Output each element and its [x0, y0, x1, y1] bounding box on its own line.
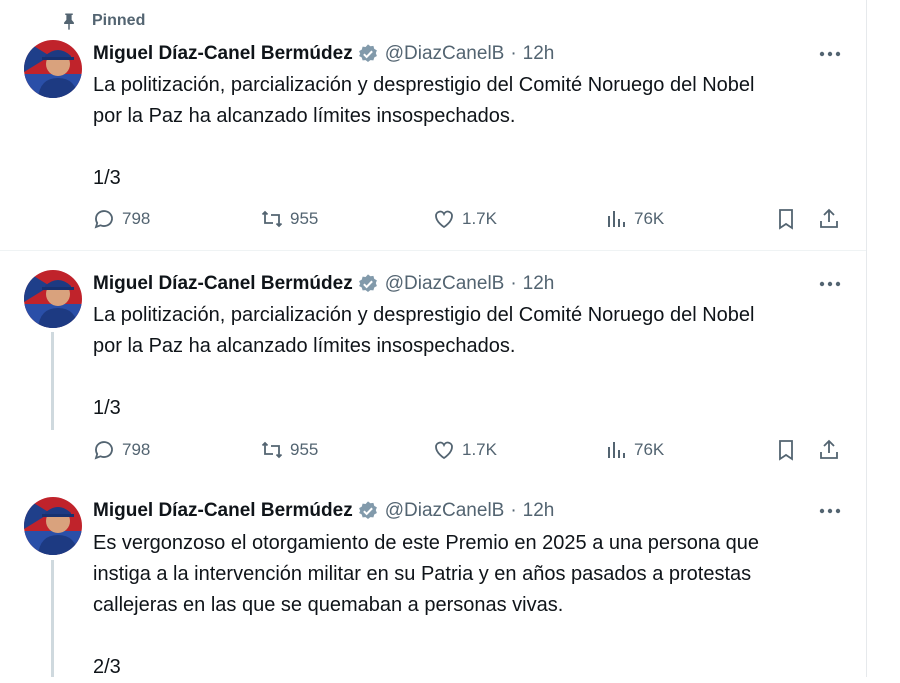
- reply-count: 798: [122, 440, 151, 459]
- more-icon: [819, 508, 841, 514]
- share-button[interactable]: [815, 205, 843, 233]
- tweet-header: Miguel Díaz-Canel Bermúdez @DiazCanelB ·…: [93, 270, 554, 298]
- share-button[interactable]: [815, 436, 843, 464]
- thread-connector: [51, 560, 54, 677]
- tweet-text-line: La politización, parcialización y despre…: [93, 304, 755, 326]
- separator-dot: ·: [510, 500, 517, 521]
- author-handle[interactable]: @DiazCanelB: [385, 43, 505, 65]
- view-count: 76K: [634, 440, 665, 459]
- pin-icon: [64, 13, 74, 30]
- bookmark-button[interactable]: [772, 436, 800, 464]
- bookmark-icon: [779, 209, 793, 230]
- separator-dot: ·: [510, 43, 517, 64]
- action-bar: 798 955 1.7K 76K: [92, 436, 852, 464]
- like-count: 1.7K: [462, 209, 497, 228]
- avatar[interactable]: [24, 497, 82, 555]
- tweet-text-line: por la Paz ha alcanzado límites insospec…: [93, 105, 516, 127]
- tweet-text: La politización, parcialización y despre…: [93, 70, 853, 194]
- reply-icon: [94, 210, 113, 229]
- more-options-button[interactable]: [818, 499, 842, 523]
- tweet-text-line: callejeras en las que se quemaban a pers…: [93, 594, 564, 616]
- like-button[interactable]: 1.7K: [432, 436, 497, 464]
- views-button[interactable]: 76K: [604, 436, 664, 464]
- more-icon: [819, 281, 841, 287]
- tweet-text: La politización, parcialización y despre…: [93, 300, 853, 424]
- tweet-text-line: La politización, parcialización y despre…: [93, 74, 755, 96]
- share-icon: [820, 439, 838, 459]
- repost-count: 955: [290, 440, 319, 459]
- tweet-divider: [0, 250, 866, 251]
- avatar[interactable]: [24, 270, 82, 328]
- repost-button[interactable]: 955: [260, 205, 318, 233]
- pinned-label: Pinned: [92, 12, 146, 29]
- tweet-text-line: por la Paz ha alcanzado límites insospec…: [93, 335, 516, 357]
- like-count: 1.7K: [462, 440, 497, 459]
- more-options-button[interactable]: [818, 42, 842, 66]
- pinned-indicator: Pinned: [60, 10, 145, 32]
- reply-count: 798: [122, 209, 151, 228]
- heart-icon: [435, 210, 453, 229]
- views-icon: [608, 211, 625, 227]
- author-name[interactable]: Miguel Díaz-Canel Bermúdez: [93, 273, 353, 295]
- more-options-button[interactable]: [818, 272, 842, 296]
- repost-count: 955: [290, 209, 319, 228]
- author-handle[interactable]: @DiazCanelB: [385, 273, 505, 295]
- more-icon: [819, 51, 841, 57]
- heart-icon: [435, 441, 453, 460]
- thread-counter: 1/3: [93, 397, 121, 419]
- repost-icon: [261, 210, 283, 228]
- reply-icon: [94, 441, 113, 460]
- repost-button[interactable]: 955: [260, 436, 318, 464]
- repost-icon: [261, 441, 283, 459]
- separator-dot: ·: [510, 273, 517, 294]
- timestamp[interactable]: 12h: [523, 273, 555, 295]
- column-border: [866, 0, 867, 677]
- views-icon: [608, 442, 625, 458]
- author-name[interactable]: Miguel Díaz-Canel Bermúdez: [93, 43, 353, 65]
- thread-counter: 1/3: [93, 167, 121, 189]
- verified-badge-icon[interactable]: [357, 500, 379, 522]
- author-name[interactable]: Miguel Díaz-Canel Bermúdez: [93, 500, 353, 522]
- thread-counter: 2/3: [93, 656, 121, 678]
- bookmark-icon: [779, 440, 793, 461]
- action-bar: 798 955 1.7K 76K: [92, 205, 852, 233]
- view-count: 76K: [634, 209, 665, 228]
- like-button[interactable]: 1.7K: [432, 205, 497, 233]
- tweet-text: Es vergonzoso el otorgamiento de este Pr…: [93, 528, 853, 683]
- timestamp[interactable]: 12h: [523, 500, 555, 522]
- tweet-text-line: instiga a la intervención militar en su …: [93, 563, 752, 585]
- verified-badge-icon[interactable]: [357, 43, 379, 65]
- tweet-text-line: Es vergonzoso el otorgamiento de este Pr…: [93, 532, 759, 554]
- tweet-header: Miguel Díaz-Canel Bermúdez @DiazCanelB ·…: [93, 497, 554, 525]
- tweet-header: Miguel Díaz-Canel Bermúdez @DiazCanelB ·…: [93, 40, 554, 68]
- reply-button[interactable]: 798: [92, 436, 150, 464]
- verified-badge-icon[interactable]: [357, 273, 379, 295]
- timestamp[interactable]: 12h: [523, 43, 555, 65]
- bookmark-button[interactable]: [772, 205, 800, 233]
- thread-connector: [51, 332, 54, 430]
- author-handle[interactable]: @DiazCanelB: [385, 500, 505, 522]
- avatar[interactable]: [24, 40, 82, 98]
- views-button[interactable]: 76K: [604, 205, 664, 233]
- share-icon: [820, 208, 838, 228]
- reply-button[interactable]: 798: [92, 205, 150, 233]
